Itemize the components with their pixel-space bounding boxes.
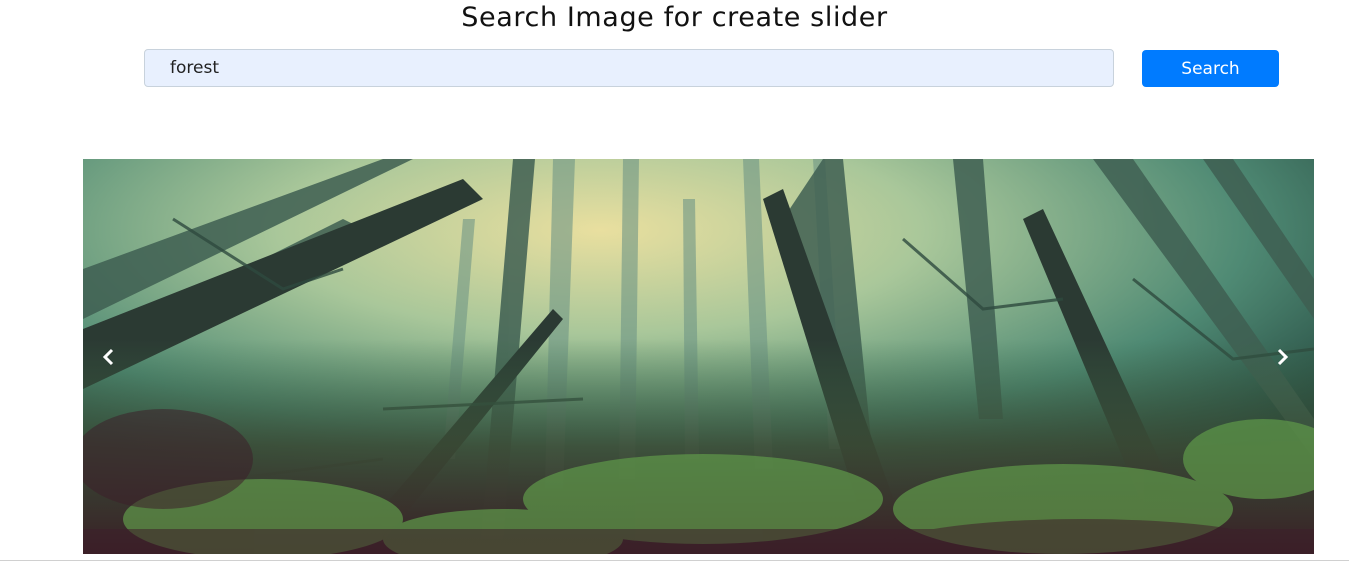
slider-prev-button[interactable] bbox=[91, 339, 127, 375]
page: Search Image for create slider Search bbox=[0, 0, 1349, 565]
search-input[interactable] bbox=[144, 49, 1114, 87]
page-title: Search Image for create slider bbox=[461, 2, 888, 33]
search-button[interactable]: Search bbox=[1142, 50, 1279, 87]
slide-image bbox=[83, 159, 1314, 554]
slider-next-button[interactable] bbox=[1264, 339, 1300, 375]
image-slider bbox=[83, 159, 1314, 554]
divider bbox=[0, 560, 1349, 561]
chevron-left-icon bbox=[102, 348, 114, 366]
chevron-right-icon bbox=[1277, 348, 1289, 366]
